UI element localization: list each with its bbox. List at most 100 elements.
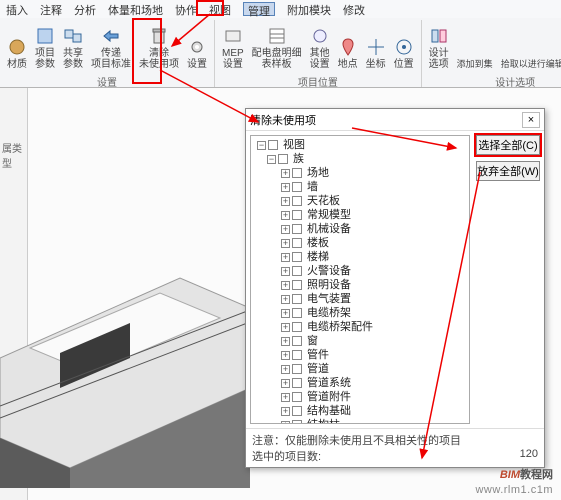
- tree-item[interactable]: + 火警设备: [253, 264, 467, 278]
- tree-item[interactable]: + 楼梯: [253, 250, 467, 264]
- watermark-brand-cn: 教程网: [520, 469, 553, 481]
- close-icon[interactable]: ×: [522, 112, 540, 128]
- plus-icon[interactable]: +: [281, 211, 290, 220]
- tree-sub-item[interactable]: − 族: [253, 152, 467, 166]
- menu-addins[interactable]: 附加模块: [287, 2, 331, 16]
- checkbox[interactable]: [292, 252, 302, 262]
- tree-item[interactable]: + 场地: [253, 166, 467, 180]
- checkbox[interactable]: [292, 364, 302, 374]
- checkbox[interactable]: [292, 238, 302, 248]
- mep-icon: [223, 26, 243, 46]
- checkbox[interactable]: [292, 392, 302, 402]
- checkbox[interactable]: [278, 154, 288, 164]
- panel-sched-button[interactable]: 配电盘明细 表样板: [249, 20, 305, 72]
- tree-item[interactable]: + 机械设备: [253, 222, 467, 236]
- shared-params-button[interactable]: 共享 参数: [60, 20, 86, 72]
- menu-collab[interactable]: 协作: [175, 2, 197, 16]
- plus-icon[interactable]: +: [281, 253, 290, 262]
- options-icon: [429, 26, 449, 46]
- checkbox[interactable]: [292, 168, 302, 178]
- ribbon: 材质 项目 参数 共享 参数 传递 项目标准 清除 未使用项 设置 设置 MEP…: [0, 18, 561, 88]
- tree-item[interactable]: + 墙: [253, 180, 467, 194]
- transfer-std-button[interactable]: 传递 项目标准: [88, 20, 134, 72]
- tree-item[interactable]: + 窗: [253, 334, 467, 348]
- coords-button[interactable]: 坐标: [363, 20, 389, 72]
- checkbox[interactable]: [292, 406, 302, 416]
- menu-manage[interactable]: 管理: [243, 2, 275, 16]
- minus-icon[interactable]: −: [267, 155, 276, 164]
- tree-item[interactable]: + 电缆桥架配件: [253, 320, 467, 334]
- plus-icon[interactable]: +: [281, 281, 290, 290]
- properties-heading: 属类型: [0, 138, 27, 172]
- tree-item[interactable]: + 常规模型: [253, 208, 467, 222]
- project-params-button[interactable]: 项目 参数: [32, 20, 58, 72]
- category-tree[interactable]: − 视图− 族+ 场地+ 墙+ 天花板+ 常规模型+ 机械设备+ 楼板+ 楼梯+…: [250, 135, 470, 424]
- plus-icon[interactable]: +: [281, 365, 290, 374]
- location-button[interactable]: 地点: [335, 20, 361, 72]
- plus-icon[interactable]: +: [281, 197, 290, 206]
- tree-item[interactable]: + 管道: [253, 362, 467, 376]
- menu-bar: 插入 注释 分析 体量和场地 协作 视图 管理 附加模块 修改: [0, 0, 561, 18]
- checkbox[interactable]: [292, 182, 302, 192]
- menu-annotate[interactable]: 注释: [40, 2, 62, 16]
- tree-item[interactable]: + 结构基础: [253, 404, 467, 418]
- menu-view[interactable]: 视图: [209, 2, 231, 16]
- plus-icon[interactable]: +: [281, 169, 290, 178]
- dialog-titlebar[interactable]: 清除未使用项 ×: [246, 109, 544, 131]
- tree-item[interactable]: + 管道系统: [253, 376, 467, 390]
- checkbox[interactable]: [292, 336, 302, 346]
- checkbox[interactable]: [292, 350, 302, 360]
- pick-edit-button[interactable]: 拾取以进行编辑: [498, 46, 561, 72]
- tree-item[interactable]: + 电气装置: [253, 292, 467, 306]
- gear-icon: [187, 37, 207, 57]
- plus-icon[interactable]: +: [281, 225, 290, 234]
- plus-icon[interactable]: +: [281, 323, 290, 332]
- settings-button[interactable]: 设置: [184, 20, 210, 72]
- plus-icon[interactable]: +: [281, 421, 290, 424]
- plus-icon[interactable]: +: [281, 309, 290, 318]
- menu-modify[interactable]: 修改: [343, 2, 365, 16]
- tree-item[interactable]: + 管件: [253, 348, 467, 362]
- checkbox[interactable]: [292, 308, 302, 318]
- design-options-button[interactable]: 设计 选项: [426, 20, 452, 72]
- plus-icon[interactable]: +: [281, 337, 290, 346]
- tree-root-item[interactable]: − 视图: [253, 138, 467, 152]
- checkbox[interactable]: [292, 210, 302, 220]
- plus-icon[interactable]: +: [281, 239, 290, 248]
- tree-item[interactable]: + 电缆桥架: [253, 306, 467, 320]
- tree-item[interactable]: + 天花板: [253, 194, 467, 208]
- plus-icon[interactable]: +: [281, 183, 290, 192]
- checkbox[interactable]: [292, 378, 302, 388]
- checkbox[interactable]: [292, 280, 302, 290]
- position-button[interactable]: 位置: [391, 20, 417, 72]
- checkbox[interactable]: [268, 140, 278, 150]
- menu-analyze[interactable]: 分析: [74, 2, 96, 16]
- tree-item[interactable]: + 结构柱: [253, 418, 467, 424]
- menu-insert[interactable]: 插入: [6, 2, 28, 16]
- purge-icon: [149, 26, 169, 46]
- purge-unused-button[interactable]: 清除 未使用项: [136, 20, 182, 72]
- minus-icon[interactable]: −: [257, 141, 266, 150]
- checkbox[interactable]: [292, 266, 302, 276]
- checkbox[interactable]: [292, 294, 302, 304]
- plus-icon[interactable]: +: [281, 295, 290, 304]
- plus-icon[interactable]: +: [281, 393, 290, 402]
- plus-icon[interactable]: +: [281, 407, 290, 416]
- plus-icon[interactable]: +: [281, 379, 290, 388]
- tree-item[interactable]: + 楼板: [253, 236, 467, 250]
- add-to-set-button[interactable]: 添加到集: [454, 46, 496, 72]
- checkbox[interactable]: [292, 224, 302, 234]
- tree-item[interactable]: + 管道附件: [253, 390, 467, 404]
- mep-settings-button[interactable]: MEP 设置: [219, 20, 247, 72]
- materials-button[interactable]: 材质: [4, 20, 30, 72]
- plus-icon[interactable]: +: [281, 351, 290, 360]
- tree-item[interactable]: + 照明设备: [253, 278, 467, 292]
- plus-icon[interactable]: +: [281, 267, 290, 276]
- deselect-all-button[interactable]: 放弃全部(W): [476, 161, 540, 181]
- select-all-button[interactable]: 选择全部(C): [476, 135, 540, 155]
- menu-massing[interactable]: 体量和场地: [108, 2, 163, 16]
- other-settings-button[interactable]: 其他 设置: [307, 20, 333, 72]
- checkbox[interactable]: [292, 420, 302, 424]
- checkbox[interactable]: [292, 196, 302, 206]
- checkbox[interactable]: [292, 322, 302, 332]
